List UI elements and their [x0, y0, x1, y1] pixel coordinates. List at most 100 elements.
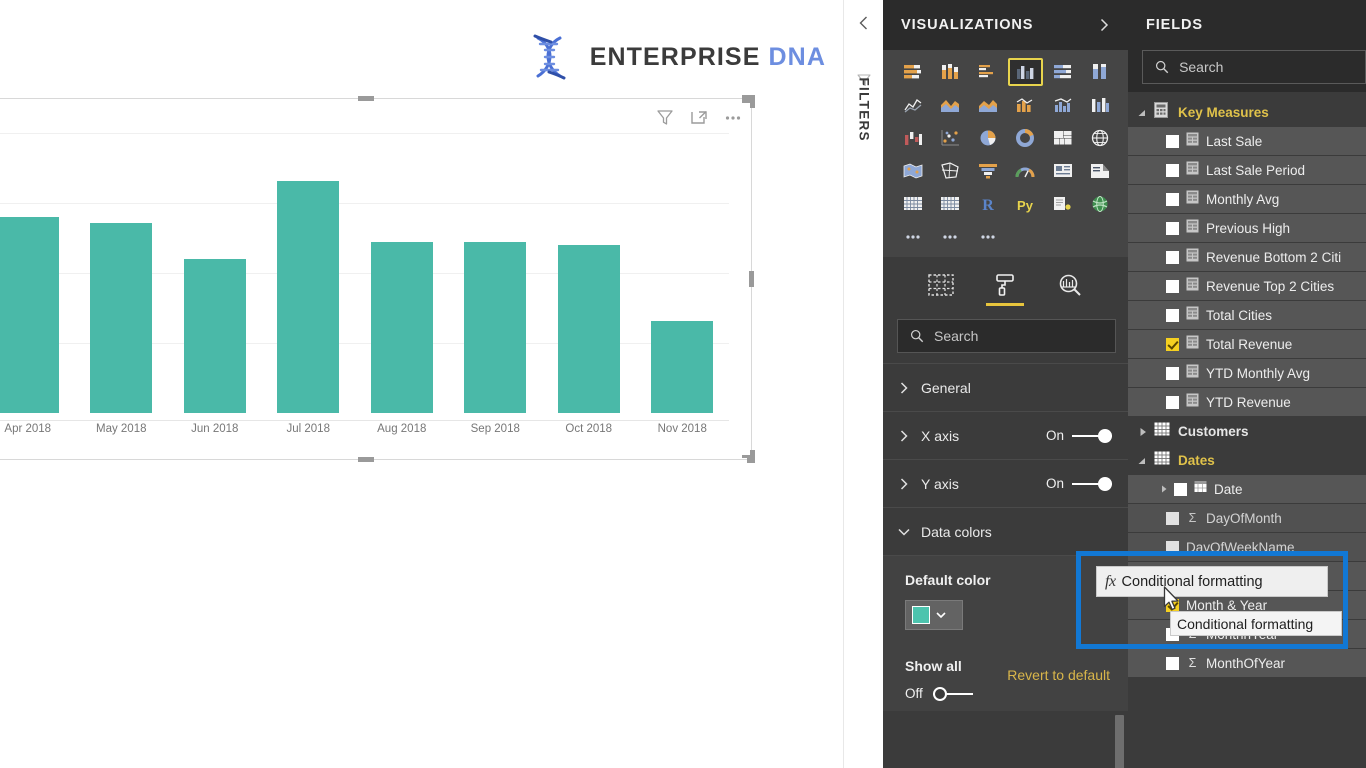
format-search-input[interactable]: [934, 328, 1103, 344]
field-checkbox[interactable]: [1174, 482, 1187, 496]
fields-search-input[interactable]: [1179, 59, 1353, 75]
viz-type-100-stacked-column-chart[interactable]: [1083, 58, 1119, 86]
collapse-triangle-icon[interactable]: [1136, 106, 1150, 120]
y-axis-toggle[interactable]: [1072, 476, 1112, 491]
field-item[interactable]: Date: [1128, 475, 1366, 504]
viz-type-stacked-column-chart[interactable]: [933, 58, 969, 86]
bar-slot[interactable]: [168, 133, 262, 413]
resize-handle-bottom-right[interactable]: [742, 450, 755, 463]
viz-type-shape-map[interactable]: [933, 157, 969, 185]
field-item[interactable]: YTD Monthly Avg: [1128, 359, 1366, 388]
field-item[interactable]: Σ DayOfMonth: [1128, 504, 1366, 533]
field-item[interactable]: Revenue Bottom 2 Citi: [1128, 243, 1366, 272]
viz-type-funnel-chart[interactable]: [970, 157, 1006, 185]
chevron-down-icon[interactable]: [936, 610, 946, 620]
bar[interactable]: [277, 180, 340, 413]
y-axis-toggle-group[interactable]: On: [1046, 476, 1112, 491]
viz-type-kpi[interactable]: [895, 190, 931, 218]
viz-type-line-clustered-column-chart[interactable]: [1045, 91, 1081, 119]
viz-type-clustered-bar-chart[interactable]: [970, 58, 1006, 86]
field-item[interactable]: YTD Revenue: [1128, 388, 1366, 417]
analytics-tab[interactable]: [1047, 263, 1093, 307]
viz-type-arcgis-maps[interactable]: [933, 223, 969, 251]
format-section-x-axis[interactable]: X axis On: [883, 411, 1128, 459]
expand-triangle-icon[interactable]: [1136, 425, 1150, 439]
field-item[interactable]: Last Sale: [1128, 127, 1366, 156]
report-canvas[interactable]: ENTERPRISE DNA Apr 2018 May 2018 Jun 201…: [0, 0, 843, 768]
field-checkbox[interactable]: [1166, 221, 1179, 235]
fields-table-key-measures[interactable]: Key Measures: [1128, 98, 1366, 127]
viz-type-key-influencers[interactable]: [895, 223, 931, 251]
bar[interactable]: [183, 259, 246, 413]
format-sections-list[interactable]: General X axis On Y axis On Data colors …: [883, 363, 1128, 768]
format-search-box[interactable]: [897, 319, 1116, 353]
viz-type-slicer[interactable]: [933, 190, 969, 218]
bar[interactable]: [0, 217, 59, 413]
field-checkbox[interactable]: [1166, 163, 1179, 177]
viz-type-ribbon-chart[interactable]: [1083, 91, 1119, 119]
field-item[interactable]: Revenue Top 2 Cities: [1128, 272, 1366, 301]
field-checkbox[interactable]: [1166, 337, 1179, 351]
field-checkbox[interactable]: [1166, 511, 1179, 525]
format-tab[interactable]: [982, 263, 1028, 307]
field-item[interactable]: Last Sale Period: [1128, 156, 1366, 185]
viz-type-waterfall-chart[interactable]: [895, 124, 931, 152]
viz-type-matrix[interactable]: Py: [1008, 190, 1044, 218]
viz-type-get-more-visuals[interactable]: [970, 223, 1006, 251]
format-pane-scrollbar[interactable]: [1115, 715, 1124, 768]
bar-slot[interactable]: [262, 133, 356, 413]
field-checkbox[interactable]: [1166, 192, 1179, 206]
default-color-picker[interactable]: [905, 600, 963, 630]
visual-type-gallery[interactable]: R Py: [883, 50, 1128, 257]
viz-type-clustered-column-chart[interactable]: [1007, 58, 1043, 86]
viz-type-pie-chart[interactable]: [970, 124, 1006, 152]
format-section-general[interactable]: General: [883, 363, 1128, 411]
visualizations-tabstrip[interactable]: [883, 257, 1128, 313]
viz-type-table[interactable]: R: [970, 190, 1006, 218]
show-all-toggle[interactable]: [932, 686, 973, 701]
field-item[interactable]: Total Revenue: [1128, 330, 1366, 359]
field-checkbox[interactable]: [1166, 308, 1179, 322]
fields-table-dates[interactable]: Dates: [1128, 446, 1366, 475]
fields-search-box[interactable]: [1142, 50, 1366, 84]
viz-type-map[interactable]: [1083, 124, 1119, 152]
field-checkbox[interactable]: [1166, 395, 1179, 409]
bar-slot[interactable]: [636, 133, 730, 413]
bar-slot[interactable]: [0, 133, 75, 413]
field-item[interactable]: DayOfWeekName: [1128, 533, 1366, 562]
viz-type-python-visual[interactable]: [1083, 190, 1119, 218]
chevron-right-icon[interactable]: [1096, 17, 1112, 33]
viz-type-card[interactable]: [1083, 157, 1119, 185]
fields-tab[interactable]: [918, 263, 964, 307]
bar[interactable]: [90, 222, 153, 413]
field-checkbox[interactable]: [1166, 279, 1179, 293]
viz-type-stacked-bar-chart[interactable]: [895, 58, 931, 86]
field-checkbox[interactable]: [1166, 540, 1179, 554]
viz-type-line-stacked-column-chart[interactable]: [1008, 91, 1044, 119]
more-options-icon[interactable]: [723, 107, 743, 127]
viz-type-area-chart[interactable]: [933, 91, 969, 119]
field-item[interactable]: Total Cities: [1128, 301, 1366, 330]
revert-to-default-button[interactable]: Revert to default: [1007, 667, 1110, 683]
expand-triangle-icon[interactable]: [1158, 483, 1170, 495]
field-checkbox[interactable]: [1166, 656, 1179, 670]
fields-pane[interactable]: FIELDS Key Measures Last Sale Last Sale Pe…: [1128, 0, 1366, 768]
viz-type-gauge-chart[interactable]: [1008, 157, 1044, 185]
filter-icon[interactable]: [655, 107, 675, 127]
viz-type-r-script-visual[interactable]: [1045, 190, 1081, 218]
viz-type-donut-chart[interactable]: [1008, 124, 1044, 152]
x-axis-toggle-group[interactable]: On: [1046, 428, 1112, 443]
show-all-toggle-group[interactable]: Off: [905, 686, 1110, 701]
field-item[interactable]: Σ MonthOfYear: [1128, 649, 1366, 678]
viz-type-scatter-chart[interactable]: [933, 124, 969, 152]
viz-type-filled-map[interactable]: [895, 157, 931, 185]
resize-handle-right[interactable]: [749, 271, 754, 287]
bar[interactable]: [370, 242, 433, 413]
viz-type-multi-row-card[interactable]: [1045, 157, 1081, 185]
column-chart-visual[interactable]: Apr 2018 May 2018 Jun 2018 Jul 2018 Aug 2018…: [0, 95, 755, 463]
conditional-formatting-button[interactable]: fx Conditional formatting: [1096, 566, 1328, 597]
viz-type-stacked-area-chart[interactable]: [970, 91, 1006, 119]
format-section-data-colors[interactable]: Data colors: [883, 507, 1128, 555]
field-checkbox[interactable]: [1166, 366, 1179, 380]
format-section-y-axis[interactable]: Y axis On: [883, 459, 1128, 507]
